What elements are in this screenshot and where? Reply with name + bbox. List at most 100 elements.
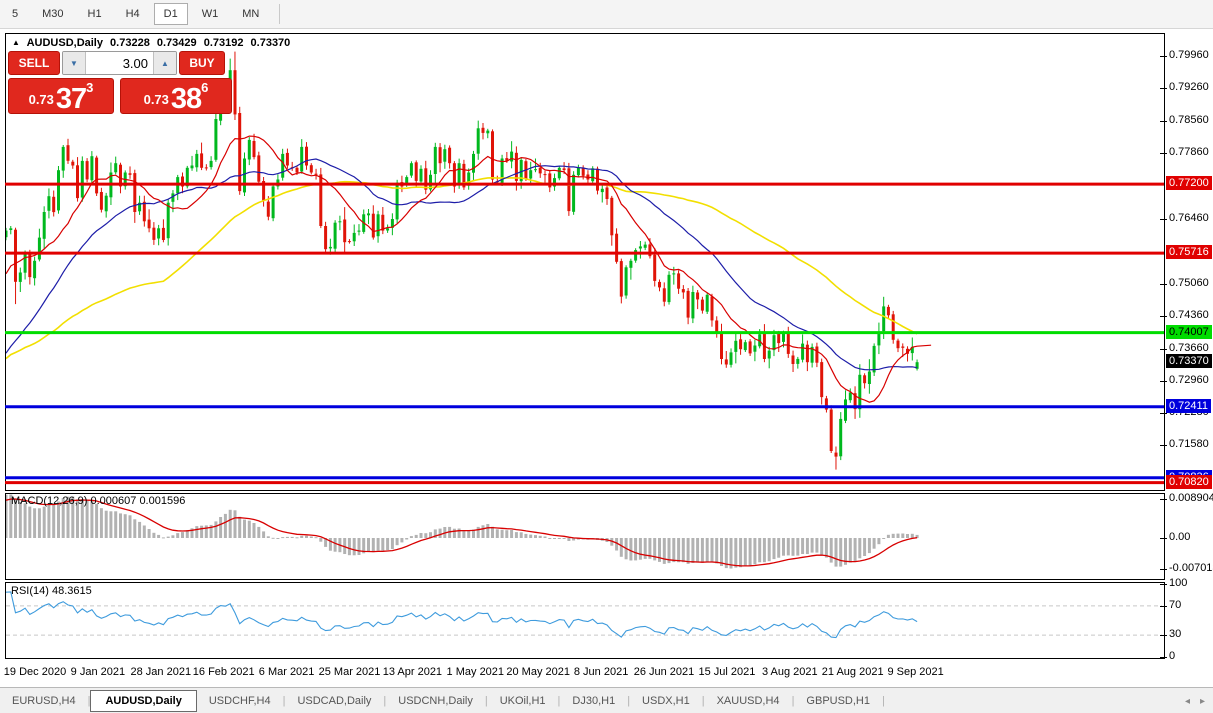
volume-increase-button[interactable]: ▲ [153, 52, 176, 74]
axis-tick-dash [1160, 538, 1167, 539]
timeframe-button-m5[interactable]: 5 [2, 3, 28, 25]
date-axis-label: 9 Sep 2021 [887, 666, 943, 678]
tab-scroll-right-icon[interactable]: ▸ [1200, 696, 1205, 707]
buy-button[interactable]: BUY [179, 51, 225, 75]
macd-main-value: 0.000607 [90, 495, 136, 507]
tab-usdcnh-daily[interactable]: USDCNH,Daily [386, 690, 485, 712]
axis-tick-dash [1160, 569, 1167, 570]
date-axis-label: 20 May 2021 [506, 666, 570, 678]
tab-scroll-buttons: ◂ ▸ [1185, 696, 1205, 707]
tab-eurusd-h4[interactable]: EURUSD,H4 [0, 690, 88, 712]
collapse-triangle-icon[interactable]: ▲ [12, 38, 20, 47]
timeframe-button-h4[interactable]: H4 [116, 3, 150, 25]
hline-price-label: 0.75716 [1166, 245, 1212, 259]
date-axis-label: 16 Feb 2021 [193, 666, 255, 678]
axis-tick-dash [1160, 657, 1167, 658]
axis-tick-label: 0.00 [1169, 531, 1190, 543]
timeframe-button-mn[interactable]: MN [232, 3, 269, 25]
toolbar-separator [279, 4, 280, 24]
axis-tick-label: 30 [1169, 628, 1181, 640]
chart-title: ▲ AUDUSD,Daily 0.73228 0.73429 0.73192 0… [12, 37, 294, 49]
tab-dj30-h1[interactable]: DJ30,H1 [560, 690, 627, 712]
timeframe-button-m30[interactable]: M30 [32, 3, 73, 25]
ohlc-high: 0.73429 [157, 37, 197, 49]
sell-price-pipette: 3 [86, 82, 93, 94]
sell-price-pips: 37 [56, 86, 86, 112]
mt4-application-window: 5 M30 H1 H4 D1 W1 MN ▲ AUDUSD,Daily 0.73… [0, 0, 1213, 713]
ohlc-open: 0.73228 [110, 37, 150, 49]
date-axis-label: 1 May 2021 [447, 666, 504, 678]
axis-tick-label: 0.72960 [1169, 374, 1209, 386]
tab-audusd-daily[interactable]: AUDUSD,Daily [90, 690, 196, 712]
hline-price-label: 0.77200 [1166, 176, 1212, 190]
tab-gbpusd-h1[interactable]: GBPUSD,H1 [794, 690, 882, 712]
axis-tick-label: 0.78560 [1169, 114, 1209, 126]
axis-tick-label: 0.008904 [1169, 492, 1213, 504]
chart-symbol: AUDUSD,Daily [27, 37, 103, 49]
ohlc-close: 0.73370 [251, 37, 291, 49]
axis-tick-dash [1160, 584, 1167, 585]
axis-tick-label: -0.007013 [1169, 562, 1213, 574]
buy-price-display[interactable]: 0.73 38 6 [120, 78, 232, 114]
axis-tick-label: 0 [1169, 650, 1175, 662]
volume-input[interactable]: 3.00 [86, 52, 153, 74]
axis-tick-label: 0.76460 [1169, 212, 1209, 224]
axis-tick-label: 0.73660 [1169, 342, 1209, 354]
date-axis-label: 21 Aug 2021 [822, 666, 884, 678]
axis-tick-dash [1160, 284, 1167, 285]
axis-tick-dash [1160, 445, 1167, 446]
axis-tick-dash [1160, 121, 1167, 122]
timeframe-button-h1[interactable]: H1 [78, 3, 112, 25]
volume-decrease-button[interactable]: ▼ [63, 52, 86, 74]
tab-xauusd-h4[interactable]: XAUUSD,H4 [705, 690, 792, 712]
sell-price-display[interactable]: 0.73 37 3 [8, 78, 114, 114]
axis-tick-dash [1160, 219, 1167, 220]
date-axis-label: 26 Jun 2021 [634, 666, 695, 678]
chart-tab-bar: EURUSD,H4| AUDUSD,Daily USDCHF,H4| USDCA… [0, 687, 1213, 713]
tab-ukoil-h1[interactable]: UKOil,H1 [488, 690, 558, 712]
macd-name: MACD(12,26,9) [11, 495, 87, 507]
macd-label: MACD(12,26,9) 0.000607 0.001596 [11, 495, 185, 507]
date-axis-label: 3 Aug 2021 [762, 666, 818, 678]
tab-separator: | [882, 695, 885, 707]
hline-price-label: 0.70820 [1166, 475, 1212, 489]
rsi-value: 48.3615 [52, 585, 92, 597]
volume-stepper: ▼ 3.00 ▲ [62, 51, 177, 75]
date-axis-label: 6 Mar 2021 [259, 666, 315, 678]
axis-tick-dash [1160, 349, 1167, 350]
axis-tick-label: 0.79960 [1169, 49, 1209, 61]
axis-tick-dash [1160, 56, 1167, 57]
date-axis-label: 9 Jan 2021 [71, 666, 125, 678]
timeframe-button-d1[interactable]: D1 [154, 3, 188, 25]
sell-price-big-figure: 0.73 [29, 88, 54, 112]
axis-tick-dash [1160, 88, 1167, 89]
date-axis: 19 Dec 2020 9 Jan 2021 28 Jan 202116 Feb 2… [0, 659, 1213, 687]
buy-price-pipette: 6 [201, 82, 208, 94]
one-click-trading-panel: SELL ▼ 3.00 ▲ BUY 0.73 37 3 0.73 38 6 [8, 51, 232, 114]
date-axis-label: 28 Jan 2021 [131, 666, 192, 678]
date-axis-label: 25 Mar 2021 [319, 666, 381, 678]
axis-tick-dash [1160, 381, 1167, 382]
rsi-name: RSI(14) [11, 585, 49, 597]
date-axis-label: 13 Apr 2021 [383, 666, 442, 678]
timeframe-toolbar: 5 M30 H1 H4 D1 W1 MN [0, 0, 1213, 29]
sell-button[interactable]: SELL [8, 51, 60, 75]
axis-tick-label: 0.74360 [1169, 309, 1209, 321]
tab-scroll-left-icon[interactable]: ◂ [1185, 696, 1190, 707]
axis-tick-dash [1160, 499, 1167, 500]
tab-usdx-h1[interactable]: USDX,H1 [630, 690, 702, 712]
axis-tick-label: 0.75060 [1169, 277, 1209, 289]
current-price-label: 0.73370 [1166, 354, 1212, 368]
tab-usdcad-daily[interactable]: USDCAD,Daily [285, 690, 383, 712]
axis-tick-label: 0.71580 [1169, 438, 1209, 450]
buy-price-pips: 38 [171, 86, 201, 112]
axis-tick-dash [1160, 413, 1167, 414]
rsi-indicator-pane[interactable] [5, 582, 1165, 659]
rsi-label: RSI(14) 48.3615 [11, 585, 92, 597]
axis-tick-dash [1160, 635, 1167, 636]
tab-usdchf-h4[interactable]: USDCHF,H4 [197, 690, 283, 712]
axis-tick-dash [1160, 316, 1167, 317]
date-axis-label: 19 Dec 2020 [4, 666, 66, 678]
timeframe-button-w1[interactable]: W1 [192, 3, 229, 25]
buy-price-big-figure: 0.73 [144, 88, 169, 112]
